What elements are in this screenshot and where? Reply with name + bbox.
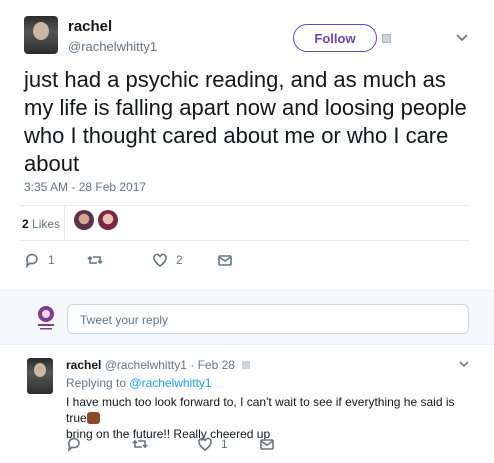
retweet-button[interactable] bbox=[132, 436, 156, 452]
heart-icon bbox=[198, 437, 212, 451]
retweet-button[interactable] bbox=[87, 252, 111, 268]
reply-header: rachel @rachelwhitty1 · Feb 28 bbox=[66, 358, 251, 372]
replying-to: Replying to @rachelwhitty1 bbox=[66, 376, 212, 390]
reply-actions: 1 bbox=[66, 436, 286, 456]
avatar[interactable] bbox=[24, 16, 58, 54]
replying-prefix: Replying to bbox=[66, 376, 127, 390]
user-name[interactable]: rachel bbox=[68, 18, 112, 35]
reply-text: I have much too look forward to, I can't… bbox=[66, 394, 476, 442]
reply-button[interactable] bbox=[66, 436, 90, 452]
tweet-text: just had a psychic reading, and as much … bbox=[24, 67, 467, 176]
likes-label: Likes bbox=[32, 217, 61, 231]
divider bbox=[64, 206, 65, 240]
tweet-actions: 1 2 bbox=[24, 252, 244, 272]
liker-avatar[interactable] bbox=[74, 210, 94, 230]
like-button[interactable]: 1 bbox=[197, 436, 228, 452]
follow-options-icon[interactable] bbox=[242, 361, 251, 369]
user-handle[interactable]: @rachelwhitty1 bbox=[68, 39, 157, 54]
like-count: 1 bbox=[221, 437, 228, 451]
message-button[interactable] bbox=[259, 436, 275, 452]
heart-icon bbox=[153, 253, 167, 267]
reply-tweet: rachel @rachelwhitty1 · Feb 28 Replying … bbox=[0, 346, 494, 463]
chevron-down-icon[interactable] bbox=[455, 30, 469, 44]
reply-count: 1 bbox=[48, 253, 55, 267]
tweet-timestamp[interactable]: 3:35 AM - 28 Feb 2017 bbox=[24, 180, 146, 194]
main-tweet: rachel @rachelwhitty1 Follow just had a … bbox=[0, 0, 494, 290]
like-count: 2 bbox=[176, 253, 183, 267]
like-button[interactable]: 2 bbox=[152, 252, 183, 268]
message-button[interactable] bbox=[217, 252, 233, 268]
reply-user-name[interactable]: rachel bbox=[66, 358, 101, 372]
likes-count[interactable]: 2 Likes bbox=[22, 217, 60, 231]
liker-avatar[interactable] bbox=[98, 210, 118, 230]
chevron-down-icon[interactable] bbox=[458, 358, 470, 370]
reply-text-line1: I have much too look forward to, I can't… bbox=[66, 395, 455, 425]
reply-handle-date[interactable]: @rachelwhitty1 · Feb 28 bbox=[105, 358, 235, 372]
retweet-icon bbox=[87, 255, 103, 265]
likes-number: 2 bbox=[22, 217, 29, 231]
emoji-icon bbox=[86, 412, 100, 424]
user-logo-icon bbox=[38, 306, 54, 330]
reply-composer: Tweet your reply bbox=[0, 290, 494, 345]
avatar[interactable] bbox=[27, 358, 53, 394]
reply-icon bbox=[67, 437, 80, 452]
follow-options-icon[interactable] bbox=[382, 34, 391, 43]
message-icon bbox=[218, 255, 232, 266]
replying-to-link[interactable]: @rachelwhitty1 bbox=[129, 376, 211, 390]
reply-input[interactable]: Tweet your reply bbox=[67, 304, 469, 334]
retweet-icon bbox=[132, 439, 148, 449]
message-icon bbox=[260, 439, 274, 450]
divider bbox=[20, 240, 470, 241]
follow-button[interactable]: Follow bbox=[293, 24, 377, 52]
reply-button[interactable]: 1 bbox=[24, 252, 55, 268]
reply-icon bbox=[25, 253, 38, 268]
